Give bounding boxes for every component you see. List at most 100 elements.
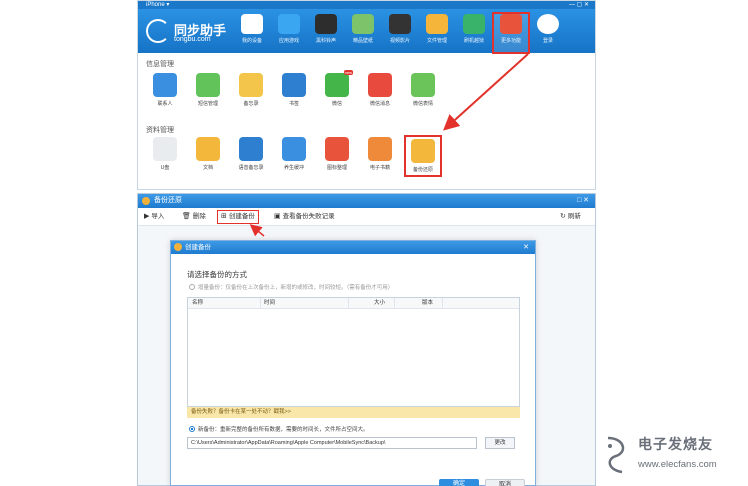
refresh-icon: ↻ [560,213,566,220]
feature-tile[interactable]: U盘 [148,137,182,171]
book-icon [368,137,392,161]
tile-label: 微信表情 [412,101,433,107]
folder-icon [426,14,448,34]
incremental-radio[interactable] [189,284,195,290]
incremental-label: 增量备份：仅备份在上次备份上，新增的或修改，时间较短。（需有备份才可用） [198,285,394,291]
import-button[interactable]: ▶ 导入 [144,211,164,223]
app-store-icon [278,14,300,34]
log-icon: ▣ [274,213,281,220]
sms-icon [196,73,220,97]
nav-item-label: 精品壁纸 [352,38,373,44]
tile-label: 微信 [331,101,342,107]
feature-tile[interactable]: 联系人 [148,73,182,107]
nav-item[interactable]: 精品壁纸 [346,14,380,52]
dialog-title-bar: 创建备份 ✕ [171,241,535,254]
dialog-close-icon[interactable]: ✕ [523,241,529,254]
notes-icon [239,73,263,97]
microphone-icon [239,137,263,161]
delete-label: 删除 [192,213,206,220]
col-name: 名称 [192,300,204,306]
app-header: 同步助手 tongbu.com 我的设备 应用游戏 黑科铃声 精品壁纸 视频影片 文件管理… [138,9,595,54]
tile-label: 备份还原 [412,167,433,173]
title-bar: iPhone ▾ — ▢ ✕ [138,1,595,9]
create-backup-dialog: 创建备份 ✕ 请选择备份的方式 增量备份：仅备份在上次备份上，新增的或修改，时间… [170,240,536,486]
nav-item[interactable]: 我的设备 [235,14,269,52]
change-path-button[interactable]: 更改 [485,437,515,449]
device-selector[interactable]: iPhone ▾ [146,2,169,8]
nav-item[interactable]: 登录 [531,14,565,52]
trash-icon: 🗑 [182,213,191,220]
feature-tile[interactable]: 短信管理 [191,73,225,107]
nav-item[interactable]: 黑科铃声 [309,14,343,52]
section-info-label: 信息管理 [146,61,174,68]
tile-label: 电子书籍 [369,165,390,171]
feature-tile[interactable]: 语音备忘录 [234,137,268,171]
tile-label: 图标整理 [326,165,347,171]
tile-label: 联系人 [157,101,173,107]
nav-item[interactable]: 应用游戏 [272,14,306,52]
feature-tile[interactable]: 备份还原 [404,135,442,177]
feature-tile[interactable]: 文档 [191,137,225,171]
wechat-icon: new [325,70,353,97]
tile-label: 养生缓冲 [283,165,304,171]
backup-window-title-bar: 备份还原 □ ✕ [138,194,595,208]
new-backup-radio[interactable] [189,426,195,432]
col-time: 时间 [264,300,276,306]
nav-item-label: 更多功能 [500,38,521,44]
view-failed-button[interactable]: ▣ 查看备份失败记录 [274,211,335,223]
feature-tile[interactable]: 微信消息 [363,73,397,107]
more-features-icon [500,14,522,34]
dialog-app-icon [174,243,182,251]
backup-path-row: C:\Users\Administrator\AppData\Roaming\A… [187,437,520,449]
feature-tile[interactable]: 电子书籍 [363,137,397,171]
logo-swirl-icon [146,19,170,43]
watermark-logo-icon [607,436,625,474]
backup-window-controls[interactable]: □ ✕ [577,194,589,208]
backup-window-title: 备份还原 [154,197,182,204]
nav-item-label: 刷机越狱 [463,38,484,44]
refresh-label: 刷新 [567,213,581,220]
col-divider [348,298,349,309]
bookmark-icon [282,73,306,97]
create-backup-icon: ⊞ [221,213,227,220]
feature-tile[interactable]: 图标整理 [320,137,354,171]
nav-item[interactable]: 文件管理 [420,14,454,52]
backup-app-icon [142,197,150,205]
window-controls[interactable]: — ▢ ✕ [569,1,589,9]
nav-item-label: 我的设备 [241,38,262,44]
nav-item[interactable]: 更多功能 [492,12,530,54]
backup-path-input[interactable]: C:\Users\Administrator\AppData\Roaming\A… [187,437,477,449]
feature-tile[interactable]: 微信表情 [406,73,440,107]
col-version: 版本 [422,300,434,306]
nav-item[interactable]: 刷机越狱 [457,14,491,52]
clock-icon [282,137,306,161]
contacts-icon [153,73,177,97]
delete-button[interactable]: 🗑 删除 [182,211,206,223]
refresh-button[interactable]: ↻ 刷新 [560,211,581,223]
elecfans-watermark: 电子发烧友 www.elecfans.com [602,430,744,482]
backup-failed-help-link[interactable]: 备份失败？备份卡在某一处不动？戳我>> [187,407,520,418]
create-backup-button[interactable]: ⊞ 创建备份 [217,210,259,224]
refresh-icon [463,14,485,34]
tile-label: U盘 [160,165,170,171]
nav-item[interactable]: 视频影片 [383,14,417,52]
document-icon [196,137,220,161]
usb-icon [153,137,177,161]
feature-tile[interactable]: new 微信 [320,70,354,107]
new-backup-option[interactable]: 新备份：重新完整的备份所有数据，需要的时间长，文件所占空间大。 [189,425,369,433]
cancel-button[interactable]: 取消 [485,479,525,486]
watermark-url: www.elecfans.com [638,459,717,470]
tile-label: 短信管理 [197,101,218,107]
table-header: 名称 时间 大小 版本 [188,298,519,309]
nav-item-label: 登录 [542,38,553,44]
music-icon [315,14,337,34]
feature-tile[interactable]: 备忘录 [234,73,268,107]
feature-tile[interactable]: 养生缓冲 [277,137,311,171]
incremental-backup-option[interactable]: 增量备份：仅备份在上次备份上，新增的或修改，时间较短。（需有备份才可用） [189,283,393,291]
create-backup-label: 创建备份 [228,213,255,220]
feature-tile[interactable]: 书签 [277,73,311,107]
ok-button[interactable]: 确定 [439,479,479,486]
new-badge: new [343,70,353,75]
tile-label: 语音备忘录 [238,165,264,171]
new-backup-label: 新备份：重新完整的备份所有数据，需要的时间长，文件所占空间大。 [198,427,369,433]
